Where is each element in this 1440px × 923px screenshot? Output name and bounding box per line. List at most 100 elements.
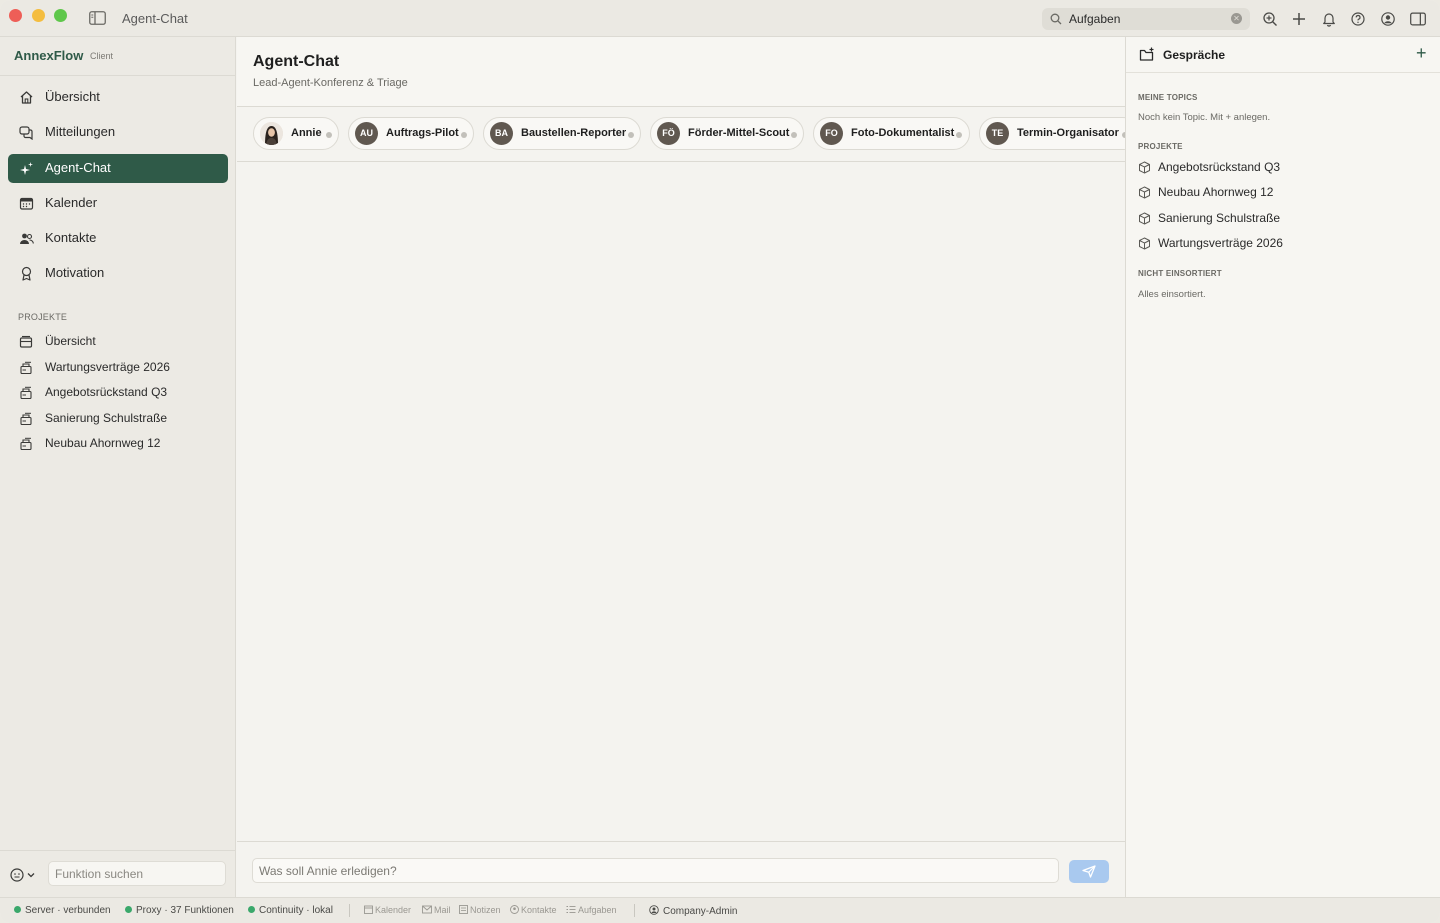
sidebar-toggle-icon[interactable]	[89, 11, 106, 25]
sidebar-project-item[interactable]: Angebotsrückstand Q3	[8, 381, 228, 405]
divider	[349, 904, 350, 917]
function-search-input[interactable]	[48, 861, 226, 886]
sidebar-item-label: Kalender	[45, 195, 98, 210]
title-bar: Agent-Chat Aufgaben ✕	[0, 0, 1440, 37]
status-dot	[956, 132, 962, 138]
agent-chip-termin-organisator[interactable]: TE Termin-Organisator	[979, 117, 1125, 150]
agent-chip-annie[interactable]: Annie	[253, 117, 339, 150]
continuity-status[interactable]: Continuity · lokal	[248, 905, 333, 916]
agent-chip-foerder-mittel-scout[interactable]: FÖ Förder-Mittel-Scout	[650, 117, 804, 150]
my-topics-empty-note: Noch kein Topic. Mit + anlegen.	[1138, 112, 1271, 123]
global-search-field[interactable]: Aufgaben ✕	[1042, 8, 1250, 30]
conversation-project-label: Sanierung Schulstraße	[1158, 211, 1281, 225]
project-icon	[20, 437, 32, 451]
close-window-button[interactable]	[9, 9, 22, 22]
avatar: TE	[986, 122, 1009, 145]
shortcut-mail[interactable]: Mail	[422, 905, 451, 915]
server-status-label: Server · verbunden	[25, 905, 111, 916]
conversation-project-label: Wartungsverträge 2026	[1158, 236, 1283, 250]
agent-chip-auftrags-pilot[interactable]: AU Auftrags-Pilot	[348, 117, 474, 150]
sidebar-project-label: Angebotsrückstand Q3	[45, 385, 168, 399]
calendar-icon	[19, 197, 34, 210]
sidebar-item-agent-chat[interactable]: Agent-Chat	[8, 154, 228, 183]
clear-search-icon[interactable]: ✕	[1231, 13, 1242, 24]
conversation-project-item[interactable]: Neubau Ahornweg 12	[1138, 182, 1428, 204]
sidebar-project-label: Sanierung Schulstraße	[45, 411, 168, 425]
status-dot	[461, 132, 467, 138]
add-topic-button[interactable]: +	[1416, 43, 1427, 63]
mail-icon	[422, 905, 432, 914]
project-icon	[20, 361, 32, 375]
emoji-menu-icon[interactable]	[10, 867, 38, 883]
shortcut-notizen[interactable]: Notizen	[459, 905, 501, 915]
conversations-panel: Gespräche + MEINE TOPICS Noch kein Topic…	[1125, 37, 1440, 897]
minimize-window-button[interactable]	[32, 9, 45, 22]
chat-messages-area[interactable]	[237, 163, 1125, 841]
folder-icon	[19, 335, 33, 348]
zoom-in-icon[interactable]	[1262, 11, 1278, 27]
agent-name: Annie	[291, 127, 322, 139]
cube-icon	[1139, 186, 1150, 199]
add-icon[interactable]	[1291, 11, 1307, 27]
agent-chip-baustellen-reporter[interactable]: BA Baustellen-Reporter	[483, 117, 641, 150]
server-status[interactable]: Server · verbunden	[14, 905, 111, 916]
sidebar-project-uebersicht[interactable]: Übersicht	[8, 330, 228, 354]
proxy-status[interactable]: Proxy · 37 Funktionen	[125, 905, 234, 916]
cube-icon	[1139, 212, 1150, 225]
composer	[237, 841, 1125, 897]
zoom-window-button[interactable]	[54, 9, 67, 22]
shortcut-kontakte[interactable]: Kontakte	[510, 905, 557, 915]
current-user-label: Company-Admin	[663, 906, 738, 917]
sidebar-project-label: Übersicht	[45, 334, 96, 348]
sidebar-item-uebersicht[interactable]: Übersicht	[8, 83, 228, 112]
unsorted-note: Alles einsortiert.	[1138, 289, 1206, 300]
shortcut-label: Kalender	[375, 905, 412, 915]
conversation-project-item[interactable]: Wartungsverträge 2026	[1138, 233, 1428, 255]
avatar: FÖ	[657, 122, 680, 145]
sidebar-project-item[interactable]: Sanierung Schulstraße	[8, 407, 228, 431]
agent-chip-foto-dokumentalist[interactable]: FO Foto-Dokumentalist	[813, 117, 970, 150]
conversation-project-item[interactable]: Sanierung Schulstraße	[1138, 208, 1428, 230]
agent-name: Termin-Organisator	[1017, 127, 1119, 139]
shortcut-kalender[interactable]: Kalender	[364, 905, 411, 915]
divider	[0, 850, 236, 851]
sidebar-item-kalender[interactable]: Kalender	[8, 189, 228, 218]
notes-icon	[459, 905, 468, 914]
messages-icon	[19, 126, 33, 140]
window-title: Agent-Chat	[122, 11, 188, 26]
shortcut-label: Aufgaben	[578, 905, 617, 915]
projects-section-label: PROJEKTE	[18, 312, 68, 322]
home-icon	[20, 91, 33, 104]
account-icon[interactable]	[1380, 11, 1396, 27]
brand-subtitle: Client	[90, 51, 114, 61]
shortcut-label: Kontakte	[521, 905, 557, 915]
conversation-project-item[interactable]: Angebotsrückstand Q3	[1138, 157, 1428, 179]
status-dot	[791, 132, 797, 138]
shortcut-aufgaben[interactable]: Aufgaben	[566, 905, 617, 915]
sidebar-project-item[interactable]: Wartungsverträge 2026	[8, 356, 228, 380]
agent-name: Foto-Dokumentalist	[851, 127, 955, 139]
page-header: Agent-Chat Lead-Agent-Konferenz & Triage	[237, 37, 1125, 107]
right-panel-toggle-icon[interactable]	[1410, 11, 1426, 27]
sidebar-item-motivation[interactable]: Motivation	[8, 259, 228, 288]
bell-icon[interactable]	[1321, 11, 1337, 27]
send-button[interactable]	[1069, 860, 1109, 883]
unsorted-section-label: NICHT EINSORTIERT	[1138, 269, 1222, 278]
projects-section-label: PROJEKTE	[1138, 142, 1183, 151]
page-subtitle: Lead-Agent-Konferenz & Triage	[253, 77, 408, 89]
avatar: FO	[820, 122, 843, 145]
sidebar-item-label: Motivation	[45, 265, 105, 280]
sidebar: AnnexFlow Client Übersicht Mitteilungen …	[0, 37, 236, 897]
sidebar-project-item[interactable]: Neubau Ahornweg 12	[8, 432, 228, 456]
current-user[interactable]: Company-Admin	[649, 905, 737, 917]
help-icon[interactable]	[1350, 11, 1366, 27]
status-dot	[628, 132, 634, 138]
app-window: Agent-Chat Aufgaben ✕ AnnexFlow Client Ü…	[0, 0, 1440, 923]
my-topics-label: MEINE TOPICS	[1138, 93, 1198, 102]
project-icon	[20, 386, 32, 400]
status-dot	[125, 906, 132, 913]
sidebar-item-kontakte[interactable]: Kontakte	[8, 224, 228, 253]
page-title: Agent-Chat	[253, 53, 340, 70]
message-input[interactable]	[252, 858, 1059, 883]
sidebar-item-mitteilungen[interactable]: Mitteilungen	[8, 118, 228, 147]
